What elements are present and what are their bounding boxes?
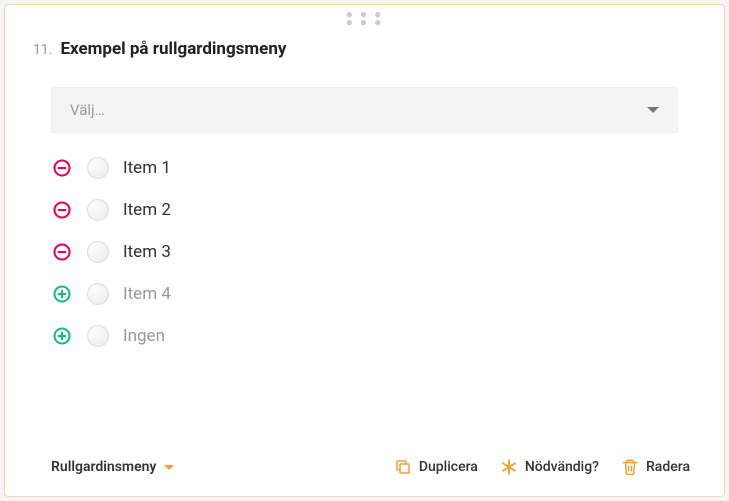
- option-row: Item 4: [51, 283, 678, 305]
- remove-option-icon[interactable]: [51, 157, 73, 179]
- delete-label: Radera: [646, 459, 690, 475]
- option-row: Ingen: [51, 325, 678, 347]
- question-header: 11. Exempel på rullgardingsmeny: [5, 29, 724, 67]
- required-label: Nödvändig?: [525, 459, 599, 475]
- question-type-select[interactable]: Rullgardinsmeny: [51, 459, 174, 475]
- radio-icon: [87, 199, 109, 221]
- delete-button[interactable]: Radera: [615, 454, 696, 480]
- duplicate-button[interactable]: Duplicera: [388, 454, 484, 480]
- asterisk-icon: [500, 458, 518, 476]
- radio-icon: [87, 283, 109, 305]
- trash-icon: [621, 458, 639, 476]
- add-option-icon[interactable]: [51, 283, 73, 305]
- dropdown-placeholder: Välj…: [70, 101, 105, 119]
- option-label[interactable]: Item 4: [123, 284, 171, 304]
- options-list: Item 1 Item 2 Item 3 Item 4 Ingen: [51, 157, 678, 347]
- chevron-down-icon: [164, 465, 174, 470]
- dropdown-select[interactable]: Välj…: [51, 87, 678, 133]
- question-card: ● ● ● ● ● ● 11. Exempel på rullgardingsm…: [4, 4, 725, 497]
- option-row: Item 1: [51, 157, 678, 179]
- option-label[interactable]: Ingen: [123, 326, 165, 346]
- remove-option-icon[interactable]: [51, 199, 73, 221]
- radio-icon: [87, 241, 109, 263]
- question-title[interactable]: Exempel på rullgardingsmeny: [60, 39, 286, 59]
- option-label[interactable]: Item 3: [123, 242, 171, 262]
- option-label[interactable]: Item 1: [123, 158, 171, 178]
- question-number: 11.: [33, 42, 52, 58]
- radio-icon: [87, 325, 109, 347]
- chevron-down-icon: [647, 107, 659, 113]
- remove-option-icon[interactable]: [51, 241, 73, 263]
- required-button[interactable]: Nödvändig?: [494, 454, 605, 480]
- duplicate-label: Duplicera: [419, 459, 478, 475]
- duplicate-icon: [394, 458, 412, 476]
- option-row: Item 3: [51, 241, 678, 263]
- add-option-icon[interactable]: [51, 325, 73, 347]
- radio-icon: [87, 157, 109, 179]
- option-row: Item 2: [51, 199, 678, 221]
- question-body: Välj… Item 1 Item 2 Item 3 Item 4 Ingen: [5, 67, 724, 440]
- option-label[interactable]: Item 2: [123, 200, 171, 220]
- question-footer: Rullgardinsmeny Duplicera Nödvändig? Rad…: [5, 440, 724, 496]
- drag-handle[interactable]: ● ● ● ● ● ●: [5, 5, 724, 29]
- question-type-label: Rullgardinsmeny: [51, 459, 156, 475]
